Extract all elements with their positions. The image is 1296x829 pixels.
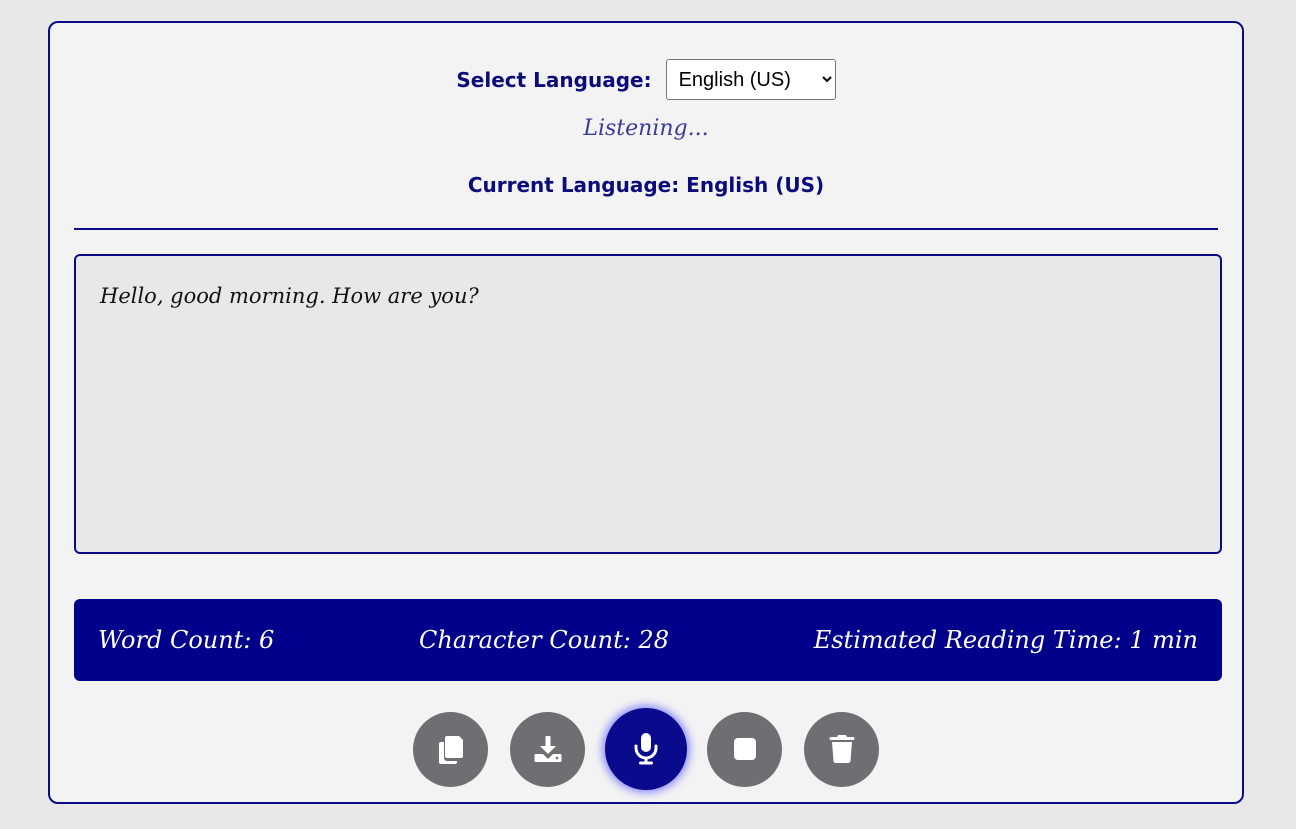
transcript-area[interactable]: Hello, good morning. How are you?: [74, 254, 1222, 554]
language-selector-row: Select Language: English (US): [50, 59, 1242, 100]
stop-icon: [733, 737, 757, 761]
select-language-label: Select Language:: [456, 67, 652, 92]
download-icon: [533, 734, 563, 764]
controls-row: [50, 708, 1242, 790]
character-count: Character Count: 28: [419, 626, 669, 654]
download-button[interactable]: [510, 711, 585, 787]
speech-to-text-card: Select Language: English (US) Listening.…: [48, 21, 1244, 804]
trash-icon: [829, 734, 855, 764]
microphone-button[interactable]: [605, 708, 687, 790]
current-language: Current Language: English (US): [467, 173, 825, 197]
microphone-icon: [633, 732, 659, 766]
copy-icon: [437, 734, 465, 764]
divider: [74, 228, 1218, 230]
listening-status: Listening...: [583, 116, 709, 141]
word-count: Word Count: 6: [98, 626, 275, 654]
clear-button[interactable]: [804, 711, 879, 787]
stop-button[interactable]: [707, 711, 782, 787]
stats-bar: Word Count: 6 Character Count: 28 Estima…: [74, 599, 1222, 681]
copy-button[interactable]: [413, 711, 488, 787]
language-select[interactable]: English (US): [665, 59, 836, 100]
reading-time: Estimated Reading Time: 1 min: [813, 626, 1198, 654]
